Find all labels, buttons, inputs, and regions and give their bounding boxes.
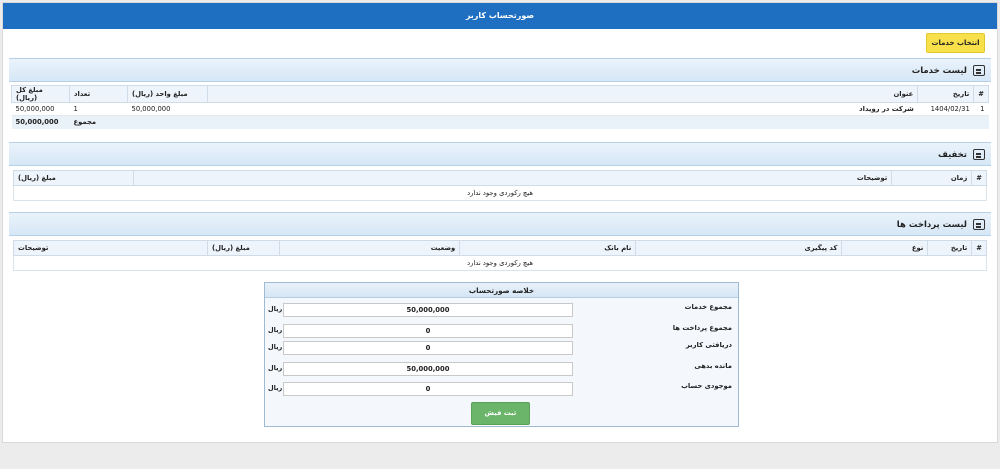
empty-message: هیچ رکوردی وجود ندارد [13,255,987,271]
summary-label: مجموع خدمات [684,303,732,311]
summary-title: خلاصه صورتحساب [265,283,738,298]
col-header: مبلغ (ریال) [207,240,280,256]
row-title: شرکت در رویداد [207,102,918,116]
currency-unit: ریال [268,305,283,313]
total-services-field[interactable]: 50,000,000 [283,303,573,317]
discount-section-header: تخفیف [9,142,991,166]
summary-row-account-balance: موجودی حساب 0 ریال [265,380,738,398]
window-title: صورتحساب کاربر [3,3,997,29]
col-header: تاریخ [917,85,975,103]
col-header: تاریخ [927,240,973,256]
currency-unit: ریال [268,364,283,372]
total-payments-field[interactable]: 0 [283,324,573,338]
row-total: 50,000,000 [11,102,70,116]
summary-row-total-services: مجموع خدمات 50,000,000 ریال [265,301,738,319]
col-header: # [971,240,987,256]
row-count: 1 [69,102,128,116]
remaining-debt-field[interactable]: 50,000,000 [283,362,573,376]
calculator-icon [973,65,985,76]
currency-unit: ریال [268,326,283,334]
invoice-summary-panel: خلاصه صورتحساب مجموع خدمات 50,000,000 ری… [264,282,739,427]
col-header: مبلغ واحد (ریال) [127,85,208,103]
col-header: کد پیگیری [635,240,843,256]
discount-table: # زمان توضیحات مبلغ (ریال) هیچ رکوردی وج… [13,170,987,201]
summary-label: موجودی حساب [681,382,732,390]
col-header: نوع [841,240,929,256]
account-balance-field[interactable]: 0 [283,382,573,396]
currency-unit: ریال [268,343,283,351]
services-section-title: لیست خدمات [911,66,967,76]
col-header: # [971,170,987,186]
footer-label: مجموع [69,115,128,129]
user-received-field[interactable]: 0 [283,341,573,355]
summary-label: دریافتی کاربر [685,341,732,349]
row-unit-price: 50,000,000 [127,102,208,116]
row-date: 1404/02/31 [917,102,974,116]
col-header: وضعیت [278,240,461,256]
services-table: # تاریخ عنوان مبلغ واحد (ریال) تعداد مبل… [11,85,989,129]
col-header: مبلغ (ریال) [13,170,134,186]
col-header: # [973,85,989,103]
footer-total: 50,000,000 [11,115,70,129]
summary-label: مجموع پرداخت ها [672,324,732,332]
money-icon [973,149,985,160]
table-row: 1 1404/02/31 شرکت در رویداد 50,000,000 1… [11,102,989,116]
payments-section-header: لیست پرداخت ها [9,212,991,236]
col-header: نام بانک [459,240,637,256]
col-header: توضیحات [13,240,208,256]
summary-row-total-payments: مجموع پرداخت ها 0 ریال [265,322,738,340]
col-header: زمان [891,170,973,186]
col-header: توضیحات [132,170,893,186]
payments-table: # تاریخ نوع کد پیگیری نام بانک وضعیت مبل… [13,240,987,271]
select-services-button[interactable]: انتخاب خدمات [926,33,985,53]
col-header: مبلغ کل (ریال) [11,85,70,103]
payments-section-title: لیست پرداخت ها [896,220,967,230]
invoice-window: صورتحساب کاربر انتخاب خدمات لیست خدمات #… [2,2,998,443]
money-icon [973,219,985,230]
empty-message: هیچ رکوردی وجود ندارد [13,185,987,201]
discount-section-title: تخفیف [937,150,967,160]
summary-row-remaining-debt: مانده بدهی 50,000,000 ریال [265,360,738,378]
col-header: تعداد [69,85,128,103]
submit-receipt-button[interactable]: ثبت فیش [471,402,530,425]
summary-label: مانده بدهی [694,362,732,370]
summary-row-user-received: دریافتی کاربر 0 ریال [265,339,738,357]
col-header: عنوان [206,85,919,103]
services-section-header: لیست خدمات [9,58,991,82]
row-index: 1 [973,102,989,116]
currency-unit: ریال [268,384,283,392]
